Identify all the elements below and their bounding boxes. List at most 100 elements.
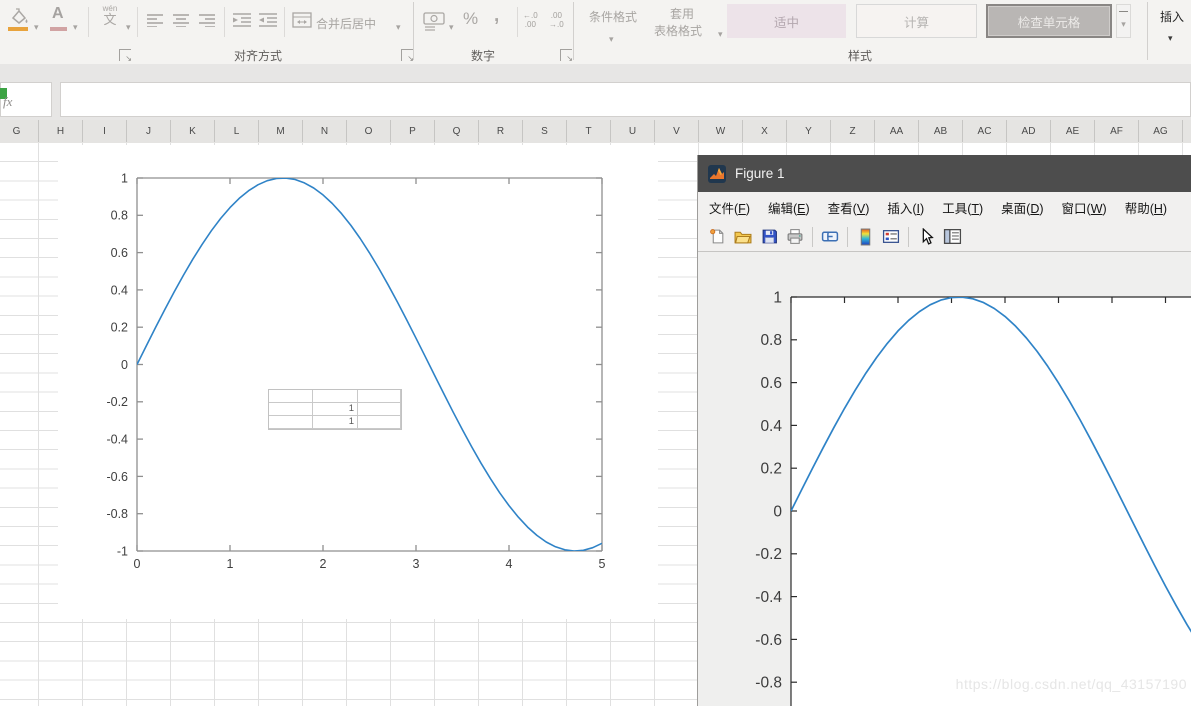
matlab-menu-w[interactable]: 窗口(W): [1053, 198, 1116, 217]
property-inspector-icon[interactable]: [941, 226, 963, 248]
excel-chart-object[interactable]: -1-0.8-0.6-0.4-0.200.20.40.60.81012345 1…: [58, 145, 658, 619]
new-figure-icon[interactable]: [706, 226, 728, 248]
column-header-J[interactable]: J: [127, 120, 171, 142]
formula-input[interactable]: [60, 82, 1191, 117]
insert-dropdown-icon[interactable]: [1168, 28, 1173, 46]
separator: [517, 7, 518, 37]
column-header-W[interactable]: W: [699, 120, 743, 142]
svg-text:0.4: 0.4: [760, 418, 782, 435]
column-header-H[interactable]: H: [39, 120, 83, 142]
svg-text:0.8: 0.8: [111, 209, 128, 223]
fill-color-dropdown-icon[interactable]: [34, 17, 39, 35]
increase-indent-icon[interactable]: [258, 13, 278, 27]
save-figure-icon[interactable]: [758, 226, 780, 248]
conditional-formatting-dropdown-icon[interactable]: [609, 29, 614, 47]
column-header-I[interactable]: I: [83, 120, 127, 142]
overlay-table-cell[interactable]: [269, 390, 313, 403]
merge-center-label[interactable]: 合并后居中: [316, 15, 376, 32]
font-dialog-launcher[interactable]: [119, 49, 131, 61]
accounting-dropdown-icon[interactable]: [449, 17, 454, 35]
decrease-decimal-icon[interactable]: .00 →.0: [549, 11, 564, 29]
column-header-AD[interactable]: AD: [1007, 120, 1051, 142]
column-header-Z[interactable]: Z: [831, 120, 875, 142]
column-header-X[interactable]: X: [743, 120, 787, 142]
toolbar-separator: [908, 227, 909, 247]
overlay-table-cell[interactable]: 1: [313, 416, 358, 429]
insert-colorbar-icon[interactable]: [854, 226, 876, 248]
matlab-menu-e[interactable]: 编辑(E): [759, 198, 819, 217]
comma-style-icon[interactable]: ,: [494, 5, 499, 27]
format-as-table-button[interactable]: 套用: [650, 5, 714, 22]
align-center-icon[interactable]: [172, 13, 190, 27]
open-file-icon[interactable]: [732, 226, 754, 248]
column-header-O[interactable]: O: [347, 120, 391, 142]
font-color-dropdown-icon[interactable]: [73, 17, 78, 35]
fill-color-icon[interactable]: [7, 8, 31, 26]
print-figure-icon[interactable]: [784, 226, 806, 248]
matlab-menu-v[interactable]: 查看(V): [819, 198, 879, 217]
matlab-menu-t[interactable]: 工具(T): [933, 198, 992, 217]
number-dialog-launcher[interactable]: [560, 49, 572, 61]
matlab-menu-h[interactable]: 帮助(H): [1116, 198, 1176, 217]
svg-text:-1: -1: [117, 544, 128, 558]
merge-center-dropdown-icon[interactable]: [396, 17, 401, 35]
column-header-S[interactable]: S: [523, 120, 567, 142]
column-header-R[interactable]: R: [479, 120, 523, 142]
column-header-Q[interactable]: Q: [435, 120, 479, 142]
matlab-menu-f[interactable]: 文件(F): [700, 198, 759, 217]
accounting-format-icon[interactable]: [422, 11, 446, 31]
column-header-AC[interactable]: AC: [963, 120, 1007, 142]
merge-center-icon[interactable]: [292, 12, 312, 28]
conditional-formatting-button[interactable]: 条件格式: [578, 8, 648, 25]
matlab-figure-window[interactable]: Figure 1 文件(F)编辑(E)查看(V)插入(I)工具(T)桌面(D)窗…: [697, 155, 1191, 706]
overlay-table-cell[interactable]: [358, 416, 401, 429]
link-plot-icon[interactable]: [819, 226, 841, 248]
column-header-G[interactable]: G: [0, 120, 39, 142]
column-header-AA[interactable]: AA: [875, 120, 919, 142]
align-right-icon[interactable]: [198, 13, 216, 27]
edit-plot-arrow-icon[interactable]: [915, 226, 937, 248]
fx-icon[interactable]: fx: [3, 94, 12, 110]
column-header-K[interactable]: K: [171, 120, 215, 142]
matlab-menu-i[interactable]: 插入(I): [878, 198, 933, 217]
column-header-T[interactable]: T: [567, 120, 611, 142]
overlay-table-cell[interactable]: [358, 403, 401, 416]
cell-style-calculation[interactable]: 计算: [856, 4, 977, 38]
overlay-table-cell[interactable]: [313, 390, 358, 403]
matlab-titlebar[interactable]: Figure 1: [698, 155, 1191, 192]
alignment-dialog-launcher[interactable]: [401, 49, 413, 61]
embedded-table-overlay[interactable]: 11: [268, 389, 402, 430]
column-header-AE[interactable]: AE: [1051, 120, 1095, 142]
format-as-table-dropdown-icon[interactable]: [718, 24, 723, 42]
cell-style-check-cell[interactable]: 检查单元格: [986, 4, 1112, 38]
decrease-indent-icon[interactable]: [232, 13, 252, 27]
format-as-table-label2[interactable]: 表格格式: [640, 22, 716, 39]
overlay-table-cell[interactable]: [269, 403, 313, 416]
increase-decimal-icon[interactable]: ←.0 .00: [523, 11, 538, 29]
cell-style-moderate[interactable]: 适中: [727, 4, 846, 38]
phonetic-guide-icon[interactable]: wén 文: [97, 4, 123, 27]
column-header-AB[interactable]: AB: [919, 120, 963, 142]
matlab-figure-canvas[interactable]: -0.8-0.6-0.4-0.200.20.40.60.81 https://b…: [698, 252, 1191, 706]
column-header-U[interactable]: U: [611, 120, 655, 142]
align-left-icon[interactable]: [146, 13, 164, 27]
column-header-N[interactable]: N: [303, 120, 347, 142]
column-header-Y[interactable]: Y: [787, 120, 831, 142]
column-header-M[interactable]: M: [259, 120, 303, 142]
overlay-table-cell[interactable]: [269, 416, 313, 429]
font-color-icon[interactable]: A: [52, 5, 64, 23]
column-header-AF[interactable]: AF: [1095, 120, 1139, 142]
insert-legend-icon[interactable]: [880, 226, 902, 248]
gallery-more-icon: [1121, 14, 1126, 32]
phonetic-dropdown-icon[interactable]: [126, 17, 131, 35]
column-header-L[interactable]: L: [215, 120, 259, 142]
matlab-menu-d[interactable]: 桌面(D): [992, 198, 1052, 217]
overlay-table-cell[interactable]: [358, 390, 401, 403]
insert-cells-button[interactable]: 插入: [1152, 8, 1191, 25]
column-header-V[interactable]: V: [655, 120, 699, 142]
column-header-P[interactable]: P: [391, 120, 435, 142]
style-gallery-scroll[interactable]: [1116, 4, 1131, 38]
percent-style-icon[interactable]: %: [463, 9, 478, 29]
column-header-AG[interactable]: AG: [1139, 120, 1183, 142]
overlay-table-cell[interactable]: 1: [313, 403, 358, 416]
